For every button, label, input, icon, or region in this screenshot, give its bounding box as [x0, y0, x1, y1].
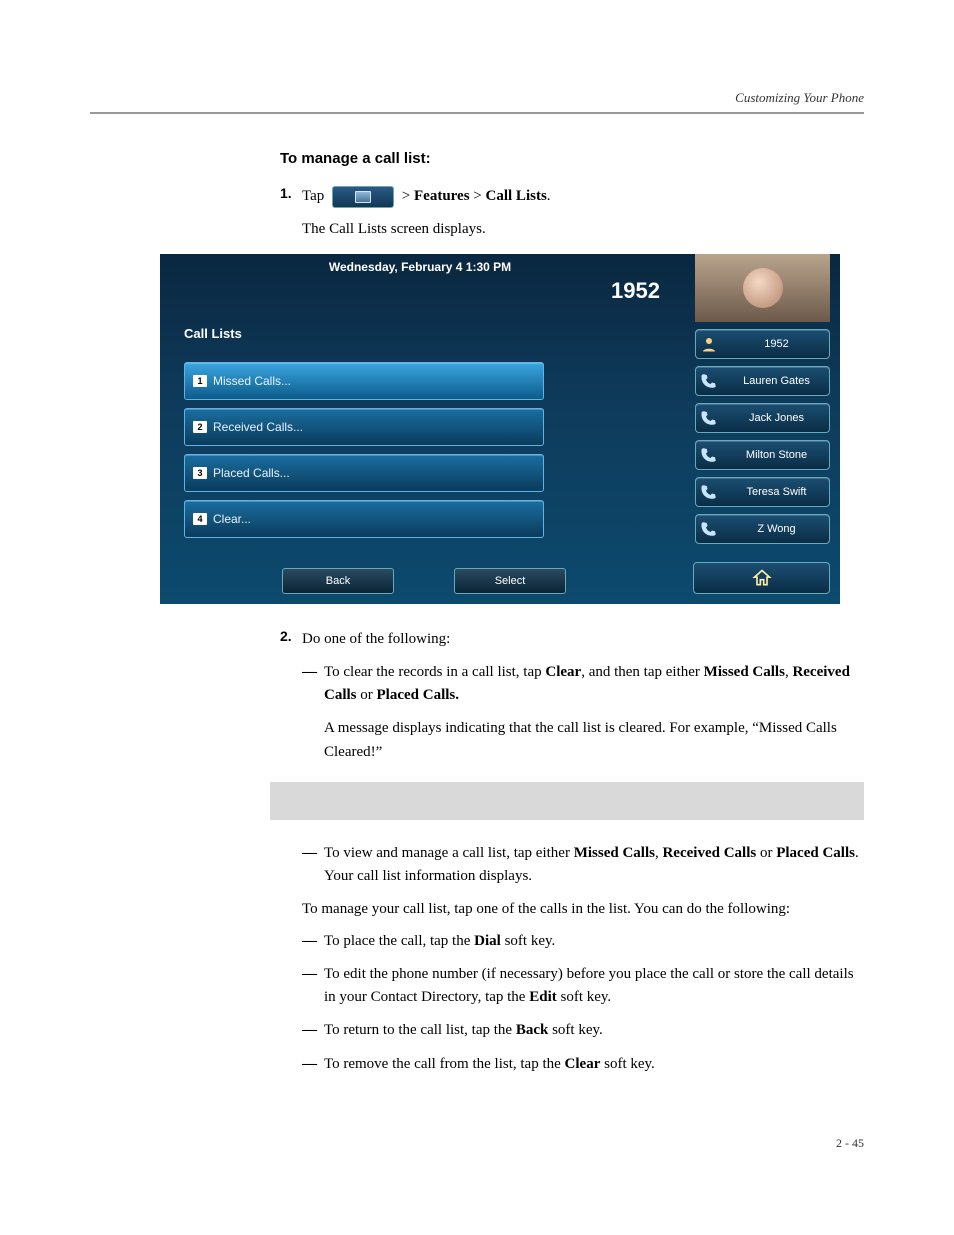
step-1-calllists: Call Lists [486, 188, 547, 204]
person-icon [700, 335, 718, 353]
row-label: Missed Calls... [213, 374, 291, 388]
shot-title: Call Lists [184, 326, 242, 341]
dash-icon: — [302, 842, 324, 889]
row-label: Placed Calls... [213, 466, 290, 480]
text: or [756, 845, 776, 861]
step-2-text: Do one of the following: [302, 628, 450, 651]
contact-pill-label: Teresa Swift [724, 486, 829, 498]
row-label: Received Calls... [213, 420, 303, 434]
contact-pill[interactable]: Lauren Gates [695, 366, 830, 396]
step-1-pre: Tap [302, 188, 324, 204]
text: To view and manage a call list, tap eith… [324, 845, 574, 861]
step-2-number: 2. [280, 628, 302, 651]
sub-item-back: To return to the call list, tap the Back… [324, 1019, 603, 1042]
text: soft key. [557, 989, 611, 1005]
shot-datetime: Wednesday, February 4 1:30 PM [160, 260, 680, 274]
phone-icon [700, 372, 718, 390]
bold: Placed Calls. [377, 687, 460, 703]
extension-pill[interactable]: 1952 [695, 329, 830, 359]
contact-pill-label: Z Wong [724, 523, 829, 535]
phone-icon [700, 409, 718, 427]
bold: Dial [474, 933, 501, 949]
bold: Missed Calls [704, 664, 785, 680]
extension-pill-label: 1952 [724, 338, 829, 350]
sub-item-dial: To place the call, tap the Dial soft key… [324, 930, 555, 953]
contact-pill-label: Lauren Gates [724, 375, 829, 387]
phone-screenshot: Wednesday, February 4 1:30 PM 1952 Call … [160, 254, 840, 604]
clear-message: A message displays indicating that the c… [324, 717, 864, 764]
dash-icon: — [302, 963, 324, 1010]
list-item-clear[interactable]: 4 Clear... [184, 500, 544, 538]
step-1-number: 1. [280, 185, 302, 208]
text: To place the call, tap the [324, 933, 474, 949]
bold: Back [516, 1022, 549, 1038]
dash-icon: — [302, 1053, 324, 1076]
contact-pill[interactable]: Z Wong [695, 514, 830, 544]
row-number: 4 [193, 513, 207, 525]
text: soft key. [501, 933, 555, 949]
softkey-back[interactable]: Back [282, 568, 394, 594]
contact-pill[interactable]: Jack Jones [695, 403, 830, 433]
sub-item-remove: To remove the call from the list, tap th… [324, 1053, 655, 1076]
page-header: Customizing Your Phone [90, 90, 864, 106]
header-rule [90, 112, 864, 114]
home-icon [752, 568, 772, 588]
shot-extension: 1952 [160, 278, 680, 304]
row-label: Clear... [213, 512, 251, 526]
dash-icon: — [302, 930, 324, 953]
text: To clear the records in a call list, tap [324, 664, 545, 680]
text: To remove the call from the list, tap th… [324, 1056, 565, 1072]
text: soft key. [548, 1022, 602, 1038]
text: or [357, 687, 377, 703]
bold: Placed Calls [776, 845, 855, 861]
row-number: 2 [193, 421, 207, 433]
phone-icon [700, 446, 718, 464]
sub-item-view: To view and manage a call list, tap eith… [324, 842, 864, 889]
dash-icon: — [302, 661, 324, 708]
manage-intro: To manage your call list, tap one of the… [302, 898, 864, 921]
phone-icon [700, 483, 718, 501]
section-title: To manage a call list: [280, 150, 864, 167]
step-1-gt: > [470, 188, 486, 204]
bold: Received Calls [662, 845, 756, 861]
list-item-received-calls[interactable]: 2 Received Calls... [184, 408, 544, 446]
sub-item-edit: To edit the phone number (if necessary) … [324, 963, 864, 1010]
contact-pill-label: Milton Stone [724, 449, 829, 461]
contact-pill-label: Jack Jones [724, 412, 829, 424]
note-placeholder [270, 782, 864, 820]
dash-icon: — [302, 1019, 324, 1042]
step-1-post-prefix: > [402, 188, 410, 204]
list-item-missed-calls[interactable]: 1 Missed Calls... [184, 362, 544, 400]
avatar [695, 254, 830, 322]
bold: Edit [529, 989, 557, 1005]
list-item-placed-calls[interactable]: 3 Placed Calls... [184, 454, 544, 492]
menu-icon[interactable] [332, 186, 394, 208]
step-1-period: . [547, 188, 551, 204]
phone-icon [700, 520, 718, 538]
page-number: 2 - 45 [90, 1136, 864, 1151]
row-number: 3 [193, 467, 207, 479]
text: To return to the call list, tap the [324, 1022, 516, 1038]
text: soft key. [600, 1056, 654, 1072]
bold: Clear [565, 1056, 601, 1072]
home-button[interactable] [693, 562, 830, 594]
step-1-text: Tap > Features > Call Lists. [302, 185, 551, 208]
row-number: 1 [193, 375, 207, 387]
sub-item-clear: To clear the records in a call list, tap… [324, 661, 864, 708]
step-1-sub: The Call Lists screen displays. [302, 218, 864, 241]
text: , and then tap either [581, 664, 703, 680]
bold: Clear [545, 664, 581, 680]
step-1-features: Features [414, 188, 470, 204]
softkey-select[interactable]: Select [454, 568, 566, 594]
contact-pill[interactable]: Teresa Swift [695, 477, 830, 507]
contact-pill[interactable]: Milton Stone [695, 440, 830, 470]
bold: Missed Calls [574, 845, 655, 861]
